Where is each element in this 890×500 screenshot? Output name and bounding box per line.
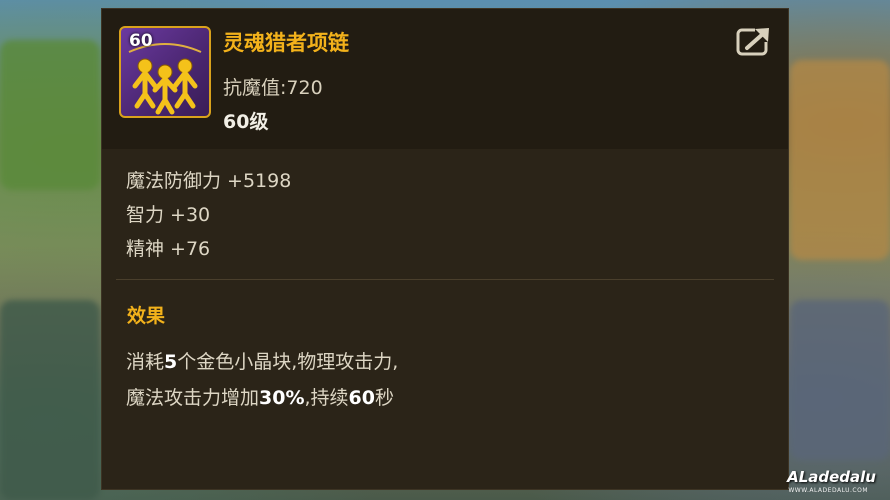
effect-title: 效果 bbox=[127, 305, 166, 327]
item-header: 60 灵魂猎者项链 抗魔值:720 60级 bbox=[102, 9, 788, 149]
share-button[interactable] bbox=[735, 24, 775, 58]
item-icon-level: 60 bbox=[129, 31, 153, 51]
stat-spirit: 精神 +76 bbox=[126, 238, 211, 260]
section-divider bbox=[116, 279, 774, 280]
item-icon-frame: 60 bbox=[119, 26, 211, 118]
stat-intelligence: 智力 +30 bbox=[126, 204, 211, 226]
effect-line-1: 消耗5个金色小晶块,物理攻击力, bbox=[126, 351, 399, 373]
background-house bbox=[790, 60, 890, 260]
item-tooltip-panel: 60 灵魂猎者项链 抗魔值:720 60级 魔法防御力 +5198 智力 +30… bbox=[101, 8, 789, 490]
effect-line-2: 魔法攻击力增加30%,持续60秒 bbox=[126, 387, 395, 409]
share-export-icon bbox=[736, 26, 773, 56]
effect-description: 消耗5个金色小晶块,物理攻击力, 魔法攻击力增加30%,持续60秒 bbox=[126, 344, 398, 416]
item-stats-list: 魔法防御力 +5198 智力 +30 精神 +76 bbox=[126, 164, 291, 266]
background-ui bbox=[790, 300, 890, 460]
item-name: 灵魂猎者项链 bbox=[223, 31, 349, 55]
item-resist-value: 抗魔值:720 bbox=[223, 77, 323, 99]
watermark-url: WWW.ALADEDALU.COM bbox=[788, 487, 868, 494]
item-required-level: 60级 bbox=[223, 111, 269, 133]
background-ground bbox=[0, 300, 100, 500]
background-tree bbox=[0, 40, 100, 190]
watermark-brand: ALadedalu bbox=[787, 468, 876, 486]
stat-magic-defense: 魔法防御力 +5198 bbox=[126, 170, 292, 192]
